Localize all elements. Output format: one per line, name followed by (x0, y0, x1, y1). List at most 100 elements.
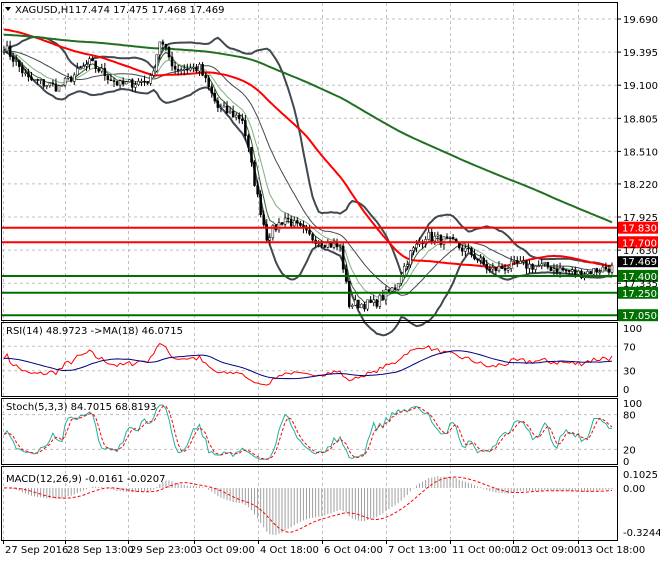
candle-body (144, 81, 146, 82)
candle-body (568, 270, 570, 271)
candle-body (241, 119, 243, 121)
candle-body (464, 248, 466, 251)
candle-body (46, 86, 48, 87)
price-tick-label: 18.220 (623, 180, 658, 191)
dropdown-triangle-icon[interactable] (5, 7, 11, 11)
candle-body (24, 73, 26, 74)
candle-body (364, 304, 366, 309)
candle-body (202, 64, 204, 75)
ohlc-values: 17.474 17.475 17.468 17.469 (75, 5, 225, 16)
candle-body (501, 266, 503, 268)
candle-body (9, 46, 11, 57)
candle-body (153, 71, 155, 75)
candle-body (397, 283, 399, 289)
candle-body (376, 300, 378, 307)
candle-body (296, 220, 298, 223)
candle-body (470, 248, 472, 254)
candle-body (229, 111, 231, 113)
rsi-ma-line (4, 351, 612, 379)
candle-body (113, 81, 115, 82)
candle-body (605, 267, 607, 269)
candle-body (516, 260, 518, 263)
candle-body (394, 288, 396, 290)
candle-body (269, 238, 271, 240)
candle-body (483, 258, 485, 264)
candle-body (519, 261, 521, 263)
candle-body (125, 82, 127, 84)
indicator-tick-label: 0.00 (623, 484, 645, 495)
candle-body (391, 288, 393, 292)
candle-body (538, 266, 540, 267)
macd-signal-line (4, 477, 612, 532)
candle-body (281, 223, 283, 225)
candle-body (58, 86, 60, 92)
candle-body (382, 295, 384, 300)
time-tick-label: 4 Oct 18:00 (260, 545, 319, 556)
candle-body (388, 290, 390, 292)
candle-body (571, 270, 573, 272)
candle-body (357, 300, 359, 308)
candle-body (260, 194, 262, 215)
candle-body (596, 268, 598, 272)
candle-body (406, 265, 408, 267)
candle-body (128, 80, 130, 82)
candle-body (156, 55, 158, 71)
candle-body (532, 264, 534, 269)
candle-body (437, 235, 439, 236)
candle-body (104, 68, 106, 75)
candle-body (431, 232, 433, 241)
trading-chart[interactable]: 17.83017.70017.40017.25017.05017.469 XAG… (0, 0, 660, 560)
candle-body (232, 111, 234, 117)
candle-body (226, 106, 228, 113)
candle-body (504, 269, 506, 271)
candle-body (553, 269, 555, 271)
candle-body (559, 268, 561, 272)
candle-body (52, 83, 54, 84)
candle-body (76, 68, 78, 75)
candle-body (477, 259, 479, 260)
candle-body (370, 300, 372, 303)
time-tick-label: 12 Oct 09:00 (515, 545, 580, 556)
candle-body (287, 218, 289, 219)
candle-body (205, 75, 207, 77)
candle-body (159, 42, 161, 55)
candle-body (599, 272, 601, 273)
stoch-main-line (4, 405, 612, 459)
price-tick-label: 19.100 (623, 81, 658, 92)
candle-body (61, 85, 63, 86)
candle-body (495, 267, 497, 270)
candle-body (480, 258, 482, 260)
candle-body (95, 61, 97, 69)
candle-body (498, 266, 500, 271)
candle-body (137, 81, 139, 84)
candle-body (244, 121, 246, 136)
candle-body (486, 264, 488, 269)
candle-body (43, 80, 45, 87)
candle-body (385, 290, 387, 300)
candle-body (21, 67, 23, 73)
candle-body (89, 59, 91, 65)
candle-body (79, 68, 81, 69)
candle-body (12, 56, 14, 61)
time-tick-label: 29 Sep 23:00 (130, 545, 197, 556)
indicator-tick-label: 0 (623, 457, 629, 468)
candle-body (183, 69, 185, 70)
time-tick-label: 13 Oct 18:00 (580, 545, 645, 556)
indicator-tick-label: 30 (623, 367, 636, 378)
candle-body (299, 223, 301, 225)
candle-body (140, 81, 142, 82)
candle-body (547, 262, 549, 267)
candle-body (168, 47, 170, 57)
candle-body (608, 269, 610, 273)
price-tick-label: 17.335 (623, 279, 658, 290)
indicator-tick-label: 0.1025 (623, 470, 658, 481)
time-tick-label: 3 Oct 09:00 (196, 545, 255, 556)
candle-body (360, 304, 362, 308)
candle-body (452, 237, 454, 239)
candle-body (348, 281, 350, 306)
price-series (3, 30, 613, 535)
candle-body (336, 243, 338, 247)
candle-body (458, 243, 460, 248)
indicator-tick-label: 0 (623, 385, 629, 396)
candle-body (55, 84, 57, 91)
